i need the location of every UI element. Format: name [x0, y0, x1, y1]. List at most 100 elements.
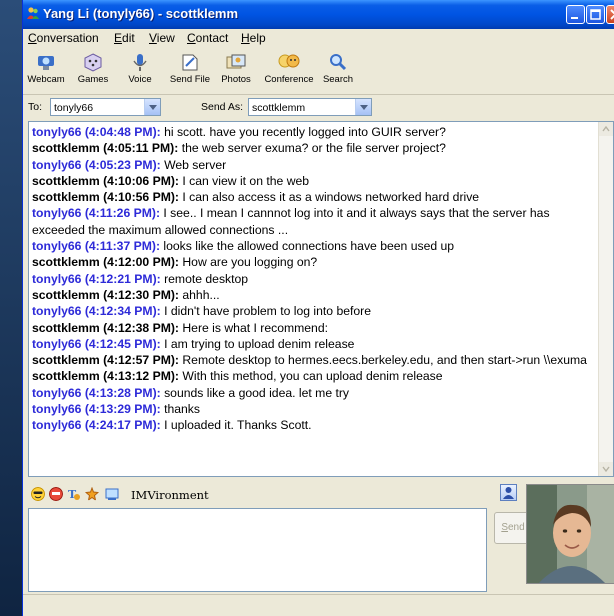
title-bar[interactable]: Yang Li (tonyly66) - scottklemm: [23, 0, 614, 29]
message-row: tonyly66 (4:04:48 PM): hi scott. have yo…: [32, 124, 600, 140]
recipient-bar: To: tonyly66 Send As: scottklemm: [23, 95, 614, 119]
menu-view[interactable]: View: [149, 31, 175, 45]
message-text: thanks: [160, 402, 200, 417]
imvironment-label[interactable]: IMVironment: [131, 488, 209, 502]
message-row: scottklemm (4:12:00 PM): How are you log…: [32, 254, 600, 270]
message-input[interactable]: [28, 508, 487, 592]
message-sender: tonyly66 (4:24:17 PM):: [32, 418, 161, 433]
minimize-button[interactable]: [566, 5, 585, 24]
to-value: tonyly66: [54, 102, 94, 114]
conference-label: Conference: [264, 74, 314, 85]
message-row: tonyly66 (4:12:21 PM): remote desktop: [32, 271, 600, 287]
voice-icon: [133, 54, 147, 71]
message-sender: scottklemm (4:12:57 PM):: [32, 353, 179, 368]
font-icon[interactable]: T: [67, 487, 81, 501]
desktop-background: [0, 0, 22, 616]
message-row: tonyly66 (4:24:17 PM): I uploaded it. Th…: [32, 417, 600, 433]
message-sender: tonyly66 (4:13:28 PM):: [32, 385, 161, 400]
message-text: I uploaded it. Thanks Scott.: [160, 418, 312, 433]
user-icon: [503, 487, 514, 499]
message-row: scottklemm (4:05:11 PM): the web server …: [32, 140, 600, 156]
games-label: Games: [77, 74, 109, 85]
webcam-label: Webcam: [27, 74, 65, 85]
toolbar: Webcam Games Voice Send File Photos Conf…: [23, 48, 614, 95]
message-sender: tonyly66 (4:04:48 PM):: [32, 125, 161, 139]
message-sender: scottklemm (4:05:11 PM):: [32, 141, 179, 156]
games-button[interactable]: Games: [71, 50, 115, 92]
photos-button[interactable]: Photos: [214, 50, 258, 92]
search-button[interactable]: Search: [316, 50, 360, 92]
message-sender: tonyly66 (4:13:29 PM):: [32, 402, 161, 417]
send-file-icon: [182, 54, 198, 71]
to-select[interactable]: tonyly66: [50, 98, 161, 116]
message-text: I can also access it as a windows networ…: [178, 190, 480, 205]
close-button[interactable]: [606, 5, 614, 24]
message-row: scottklemm (4:12:38 PM): Here is what I …: [32, 320, 600, 336]
contact-card-button[interactable]: [500, 484, 517, 501]
message-row: tonyly66 (4:13:29 PM): thanks: [32, 401, 600, 417]
message-row: tonyly66 (4:11:26 PM): I see.. I mean I …: [32, 205, 600, 238]
scroll-down-icon: [602, 466, 610, 473]
message-row: scottklemm (4:12:57 PM): Remote desktop …: [32, 352, 600, 368]
message-text: With this method, you can upload denim r…: [178, 369, 443, 384]
send-as-select[interactable]: scottklemm: [248, 98, 372, 116]
contact-display-picture: [526, 484, 614, 584]
maximize-icon: [590, 9, 601, 20]
scroll-up-button[interactable]: [599, 122, 613, 136]
message-list: tonyly66 (4:04:48 PM): hi scott. have yo…: [32, 124, 600, 434]
voice-button[interactable]: Voice: [118, 50, 162, 92]
im-window: Yang Li (tonyly66) - scottklemm Conversa…: [22, 0, 614, 616]
status-bar: [23, 594, 614, 616]
message-row: scottklemm (4:10:56 PM): I can also acce…: [32, 189, 600, 205]
menu-bar: Conversation Edit View Contact Help: [23, 29, 614, 48]
close-icon: [610, 9, 614, 20]
conference-icon: [278, 54, 300, 68]
scroll-up-icon: [602, 125, 610, 132]
maximize-button[interactable]: [586, 5, 605, 24]
message-text: I am trying to upload denim release: [160, 336, 355, 351]
send-file-label: Send File: [169, 74, 211, 85]
chevron-down-icon[interactable]: [144, 99, 160, 115]
menu-help[interactable]: Help: [241, 31, 266, 45]
message-sender: scottklemm (4:10:06 PM):: [32, 173, 179, 188]
message-text: the web server exuma? or the file server…: [178, 141, 446, 156]
photos-label: Photos: [221, 74, 251, 85]
message-text: hi scott. have you recently logged into …: [160, 125, 446, 139]
menu-conversation[interactable]: Conversation: [28, 31, 99, 45]
message-text: I can view it on the web: [178, 173, 310, 188]
imvironment-icon[interactable]: [105, 487, 119, 501]
webcam-button[interactable]: Webcam: [24, 50, 68, 92]
voice-label: Voice: [128, 74, 152, 85]
scroll-down-button[interactable]: [599, 462, 613, 476]
chevron-down-icon[interactable]: [355, 99, 371, 115]
message-sender: scottklemm (4:12:00 PM):: [32, 255, 179, 270]
message-sender: tonyly66 (4:12:21 PM):: [32, 271, 161, 286]
wink-icon[interactable]: [49, 487, 63, 501]
conference-button[interactable]: Conference: [261, 50, 317, 92]
message-row: tonyly66 (4:13:28 PM): sounds like a goo…: [32, 385, 600, 401]
message-text: How are you logging on?: [178, 255, 318, 270]
message-sender: scottklemm (4:10:56 PM):: [32, 190, 179, 205]
message-sender: tonyly66 (4:11:37 PM):: [32, 239, 161, 254]
to-label: To:: [28, 101, 43, 113]
history-scrollbar[interactable]: [598, 122, 613, 476]
menu-edit[interactable]: Edit: [114, 31, 135, 45]
message-text: Here is what I recommend:: [178, 320, 328, 335]
menu-contact[interactable]: Contact: [187, 31, 228, 45]
send-file-button[interactable]: Send File: [168, 50, 212, 92]
message-text: I didn't have problem to log into before: [160, 304, 372, 319]
photos-icon: [226, 54, 246, 69]
messenger-icon: [27, 7, 39, 19]
conversation-history[interactable]: tonyly66 (4:04:48 PM): hi scott. have yo…: [28, 121, 614, 477]
message-sender: scottklemm (4:12:38 PM):: [32, 320, 179, 335]
window-title: Yang Li (tonyly66) - scottklemm: [43, 6, 239, 21]
message-text: sounds like a good idea. let me try: [160, 385, 350, 400]
send-as-value: scottklemm: [252, 102, 306, 114]
games-icon: [84, 53, 102, 72]
message-sender: tonyly66 (4:12:34 PM):: [32, 304, 161, 319]
search-icon: [330, 54, 347, 71]
message-row: scottklemm (4:10:06 PM): I can view it o…: [32, 173, 600, 189]
message-sender: scottklemm (4:12:30 PM):: [32, 287, 179, 302]
emoticon-icon[interactable]: [31, 487, 45, 501]
audible-icon[interactable]: [85, 487, 99, 501]
